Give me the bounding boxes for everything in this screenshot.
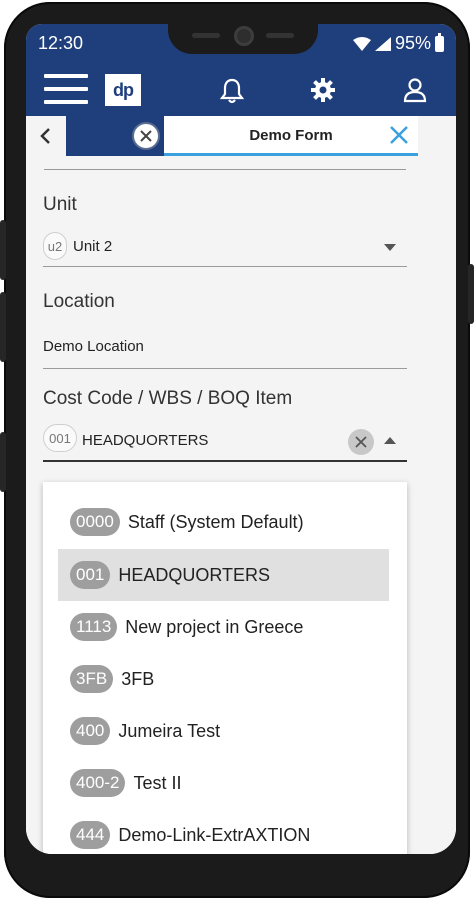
location-input[interactable]: Demo Location — [43, 338, 144, 355]
option-code-chip: 400-2 — [70, 769, 126, 797]
camera — [234, 26, 254, 46]
unit-code-chip: u2 — [43, 232, 67, 260]
dropdown-option[interactable]: 1113 New project in Greece — [58, 601, 389, 653]
option-code-chip: 001 — [70, 561, 111, 589]
battery-percent: 95% — [394, 33, 431, 53]
status-indicators: 95% — [352, 32, 444, 54]
cost-code-label: Cost Code / WBS / BOQ Item — [43, 388, 293, 409]
app-logo[interactable]: dp — [105, 74, 141, 106]
option-label: Jumeira Test — [118, 720, 221, 741]
option-label: 3FB — [121, 668, 155, 689]
speaker-grille — [192, 33, 220, 38]
unit-label: Unit — [43, 194, 77, 215]
side-button-left-3 — [0, 432, 6, 492]
status-time: 12:30 — [38, 33, 84, 53]
dropdown-option[interactable]: 3FB 3FB — [58, 653, 389, 705]
option-label: Staff (System Default) — [127, 511, 304, 532]
battery-icon — [435, 32, 444, 52]
tab-demo-form[interactable]: Demo Form — [164, 116, 418, 156]
location-underline — [43, 368, 407, 369]
option-code-chip: 400 — [70, 717, 111, 745]
tab-label: Demo Form — [249, 127, 333, 144]
previous-field-underline — [44, 166, 406, 170]
dropdown-option-selected[interactable]: 001 HEADQUORTERS — [58, 549, 389, 601]
option-label: Demo-Link-ExtrAXTION — [118, 824, 311, 845]
chevron-down-icon[interactable] — [384, 244, 396, 251]
option-code-chip: 1113 — [70, 613, 118, 641]
menu-icon[interactable] — [44, 74, 88, 106]
cost-code-dropdown: 0000 Staff (System Default) 001 HEADQUOR… — [43, 482, 407, 854]
cost-code-underline — [43, 460, 407, 462]
dropdown-option[interactable]: 400 Jumeira Test — [58, 705, 389, 757]
option-label: Test II — [133, 772, 182, 793]
close-icon[interactable] — [132, 122, 160, 150]
status-bar: 12:30 95% — [26, 24, 456, 64]
cost-code-value[interactable]: HEADQUORTERS — [82, 432, 208, 449]
cost-code-chip: 001 — [43, 424, 77, 452]
clear-icon[interactable] — [348, 429, 374, 455]
side-button-right — [468, 264, 474, 324]
option-code-chip: 0000 — [70, 508, 120, 536]
chevron-left-icon[interactable] — [36, 126, 56, 146]
notch — [168, 24, 318, 54]
side-button-left-1 — [0, 220, 6, 280]
app-bar: dp — [26, 64, 456, 116]
screen: 12:30 95% dp Demo Form Unit u2 Unit 2 Lo… — [26, 24, 456, 854]
chevron-up-icon[interactable] — [384, 437, 396, 444]
option-code-chip: 444 — [70, 821, 111, 849]
option-label: HEADQUORTERS — [118, 564, 271, 585]
close-icon[interactable] — [388, 124, 410, 146]
tab-inactive[interactable] — [66, 116, 164, 156]
dropdown-option[interactable]: 0000 Staff (System Default) — [58, 496, 389, 548]
phone-frame: 12:30 95% dp Demo Form Unit u2 Unit 2 Lo… — [0, 2, 474, 898]
wifi-icon — [352, 36, 371, 51]
option-code-chip: 3FB — [70, 665, 114, 693]
tab-bar: Demo Form — [26, 116, 456, 156]
signal-icon — [374, 36, 391, 51]
speaker-grille — [266, 33, 294, 38]
unit-value[interactable]: Unit 2 — [73, 238, 112, 255]
option-label: New project in Greece — [125, 616, 304, 637]
bell-icon[interactable] — [220, 78, 244, 104]
unit-underline — [43, 266, 407, 267]
dropdown-option[interactable]: 400-2 Test II — [58, 757, 389, 809]
side-button-left-2 — [0, 292, 6, 362]
user-icon[interactable] — [402, 77, 428, 103]
gear-icon[interactable] — [310, 77, 336, 103]
location-label: Location — [43, 291, 115, 312]
form-body: Unit u2 Unit 2 Location Demo Location Co… — [26, 156, 456, 854]
dropdown-option[interactable]: 444 Demo-Link-ExtrAXTION — [58, 809, 389, 854]
